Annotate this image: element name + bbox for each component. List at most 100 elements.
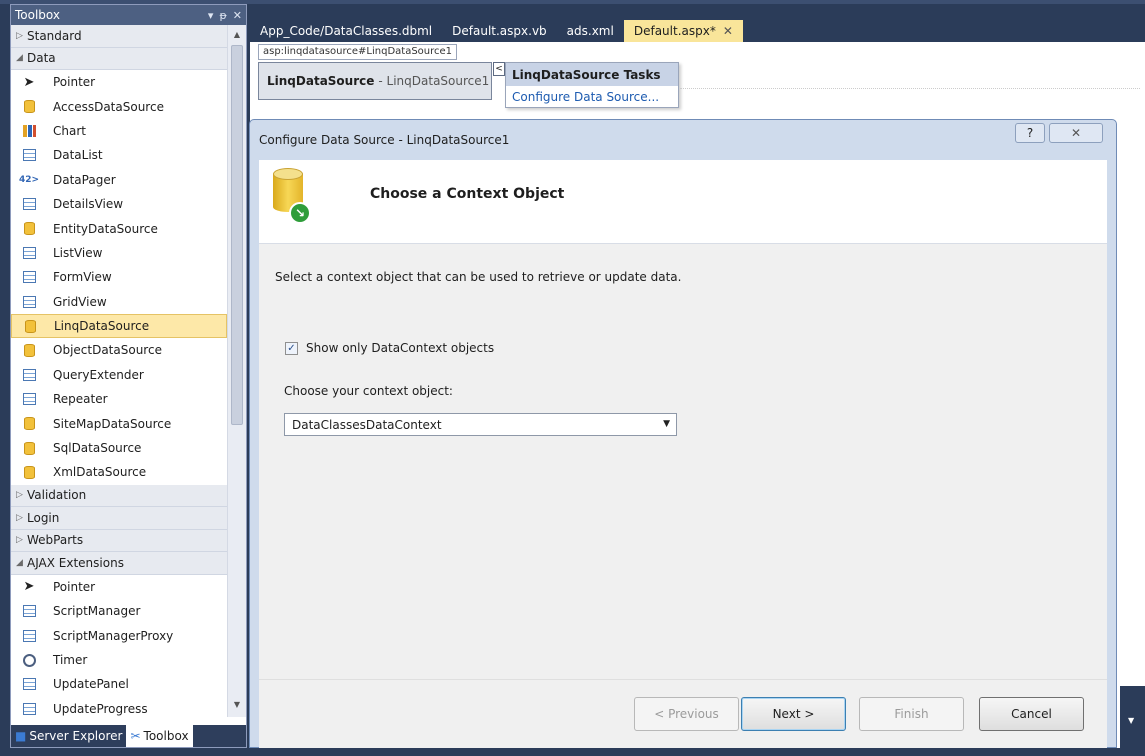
toolbox-item-xmldatasource[interactable]: XmlDataSource xyxy=(11,460,227,484)
toolbox-item-accessdatasource[interactable]: AccessDataSource xyxy=(11,94,227,118)
context-object-select[interactable]: DataClassesDataContext ▼ xyxy=(284,413,677,436)
toolbox-group-validation[interactable]: ▷ Validation xyxy=(11,484,227,508)
toolbox-item-label: Pointer xyxy=(53,75,96,90)
group-label: Validation xyxy=(27,488,87,503)
toolbox-item-label: UpdateProgress xyxy=(53,701,148,716)
group-label: WebParts xyxy=(27,533,84,548)
toolbox-item-entitydatasource[interactable]: EntityDataSource xyxy=(11,216,227,240)
toolbox-group-webparts[interactable]: ▷ WebParts xyxy=(11,529,227,553)
toolbox-item-datalist[interactable]: DataList xyxy=(11,143,227,167)
toolbox-item-updatepanel[interactable]: UpdatePanel xyxy=(11,672,227,696)
cancel-button[interactable]: Cancel xyxy=(979,697,1084,731)
entity-datasource-icon xyxy=(21,222,37,236)
expanded-triangle-icon: ◢ xyxy=(16,557,23,568)
pointer-icon: ➤ xyxy=(23,74,35,90)
toolbox-item-label: UpdatePanel xyxy=(53,677,129,692)
previous-button[interactable]: < Previous xyxy=(634,697,739,731)
linq-datasource-icon xyxy=(22,319,38,333)
toolbox-item-label: ObjectDataSource xyxy=(53,343,162,358)
group-label: AJAX Extensions xyxy=(27,555,124,570)
group-label: Login xyxy=(27,510,60,525)
access-datasource-icon xyxy=(21,100,37,114)
toolbox-item-pointer[interactable]: ➤ Pointer xyxy=(11,575,227,599)
dialog-header: ↘ Choose a Context Object xyxy=(259,160,1107,244)
toolbox-group-standard[interactable]: ▷ Standard xyxy=(11,25,227,48)
toolbox-item-objectdatasource[interactable]: ObjectDataSource xyxy=(11,338,227,362)
toolbox-item-scriptmanager[interactable]: ScriptManager xyxy=(11,599,227,623)
auto-hide-pin-icon[interactable]: ᵽ xyxy=(219,9,226,22)
chevron-down-icon: ▼ xyxy=(663,419,670,429)
toolbox-scrollbar[interactable]: ▲ ▼ xyxy=(227,25,246,717)
toolbox-group-data[interactable]: ◢ Data xyxy=(11,47,227,70)
queryextender-icon xyxy=(21,368,37,382)
help-button[interactable]: ? xyxy=(1015,123,1045,143)
toolbox-item-label: ScriptManager xyxy=(53,604,141,619)
finish-button[interactable]: Finish xyxy=(859,697,964,731)
document-tabs: App_Code/DataClasses.dbml Default.aspx.v… xyxy=(250,20,743,42)
toolbox-item-label: FormView xyxy=(53,270,112,285)
doc-tab-default-aspx-vb[interactable]: Default.aspx.vb xyxy=(442,20,557,42)
toolbox-item-repeater[interactable]: Repeater xyxy=(11,387,227,411)
control-id-label: - LinqDataSource1 xyxy=(378,74,490,88)
toolbox-tools-icon: ✂ xyxy=(130,729,141,743)
toolbox-item-label: Repeater xyxy=(53,392,108,407)
sql-datasource-icon xyxy=(21,441,37,455)
show-only-datacontext-checkbox[interactable]: ✓ xyxy=(285,341,298,355)
toolbox-list: ▷ Standard ◢ Data ➤ Pointer AccessDataSource Ch… xyxy=(11,25,227,717)
doc-tab-default-aspx[interactable]: Default.aspx* ✕ xyxy=(623,20,743,42)
toolbox-item-chart[interactable]: Chart xyxy=(11,119,227,143)
toolbox-title: Toolbox xyxy=(15,8,60,22)
toolbox-item-updateprogress[interactable]: UpdateProgress xyxy=(11,697,227,717)
checkbox-label: Show only DataContext objects xyxy=(306,341,495,355)
doc-tab-dataclasses-dbml[interactable]: App_Code/DataClasses.dbml xyxy=(250,20,442,42)
object-datasource-icon xyxy=(21,343,37,357)
toolbox-item-formview[interactable]: FormView xyxy=(11,265,227,289)
toolbox-item-label: SqlDataSource xyxy=(53,441,142,456)
toolbox-item-queryextender[interactable]: QueryExtender xyxy=(11,363,227,387)
tasks-title: LinqDataSource Tasks xyxy=(506,63,678,86)
close-tab-icon[interactable]: ✕ xyxy=(723,24,733,38)
tab-server-explorer[interactable]: ■ Server Explorer xyxy=(11,725,126,747)
toolbox-item-datapager[interactable]: 42> DataPager xyxy=(11,168,227,192)
close-icon[interactable]: ✕ xyxy=(233,9,242,22)
linqdatasource-control[interactable]: LinqDataSource - LinqDataSource1 xyxy=(258,62,492,100)
toolbox-item-timer[interactable]: Timer xyxy=(11,648,227,672)
tab-label: Toolbox xyxy=(143,729,189,743)
smart-tag-chevron-icon[interactable]: < xyxy=(493,62,505,76)
toolbox-item-sitemapdatasource[interactable]: SiteMapDataSource xyxy=(11,411,227,435)
toolbox-group-ajax-extensions[interactable]: ◢ AJAX Extensions xyxy=(11,552,227,575)
toolbox-item-listview[interactable]: ListView xyxy=(11,241,227,265)
timer-icon xyxy=(21,653,37,667)
datalist-icon xyxy=(21,148,37,162)
toolbox-item-label: SiteMapDataSource xyxy=(53,416,172,431)
scrollbar-thumb[interactable] xyxy=(231,45,243,425)
toolbox-item-label: DataPager xyxy=(53,172,116,187)
doc-tab-ads-xml[interactable]: ads.xml xyxy=(557,20,624,42)
close-button[interactable]: ✕ xyxy=(1049,123,1103,143)
toolbox-item-gridview[interactable]: GridView xyxy=(11,290,227,314)
toolbox-item-label: AccessDataSource xyxy=(53,99,164,114)
next-button[interactable]: Next > xyxy=(741,697,846,731)
configure-data-source-link[interactable]: Configure Data Source... xyxy=(506,86,678,108)
control-type-label: LinqDataSource xyxy=(267,74,375,88)
toolbox-item-scriptmanagerproxy[interactable]: ScriptManagerProxy xyxy=(11,623,227,647)
right-scroll-region: ▼ xyxy=(1120,686,1145,748)
tab-toolbox[interactable]: ✂ Toolbox xyxy=(126,725,193,747)
scroll-up-icon[interactable]: ▲ xyxy=(228,27,246,43)
window-position-dropdown-icon[interactable]: ▾ xyxy=(208,9,214,22)
tasks-panel: LinqDataSource Tasks Configure Data Sour… xyxy=(505,62,679,108)
toolbox-item-label: Timer xyxy=(53,653,88,667)
tab-label: Server Explorer xyxy=(29,729,123,743)
toolbox-item-detailsview[interactable]: DetailsView xyxy=(11,192,227,216)
element-tag-label: asp:linqdatasource#LinqDataSource1 xyxy=(258,44,458,60)
toolbox-item-pointer[interactable]: ➤ Pointer xyxy=(11,70,227,94)
detailsview-icon xyxy=(21,197,37,211)
toolbox-item-sqldatasource[interactable]: SqlDataSource xyxy=(11,436,227,460)
show-only-datacontext-row[interactable]: ✓ Show only DataContext objects xyxy=(285,341,494,355)
scroll-down-icon[interactable]: ▼ xyxy=(228,697,246,713)
toolbox-group-login[interactable]: ▷ Login xyxy=(11,507,227,530)
pointer-icon: ➤ xyxy=(23,579,35,595)
toolbox-item-label: GridView xyxy=(53,294,107,309)
dropdown-arrow-icon[interactable]: ▼ xyxy=(1128,716,1134,725)
toolbox-item-linqdatasource[interactable]: LinqDataSource xyxy=(11,313,227,339)
